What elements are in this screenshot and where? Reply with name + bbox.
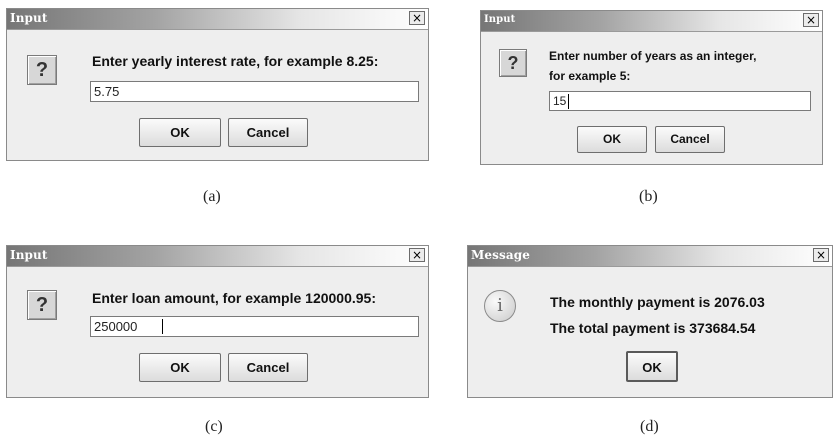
total-payment-text: The total payment is 373684.54 [550,320,756,336]
cancel-button[interactable]: Cancel [228,118,308,147]
prompt-label: Enter yearly interest rate, for example … [92,53,379,69]
prompt-label: Enter loan amount, for example 120000.95… [92,290,376,306]
years-input[interactable]: 15 [549,91,811,111]
caption-d: (d) [640,418,659,435]
title-bar[interactable]: Input × [7,9,428,30]
question-icon: ? [27,55,57,85]
title-bar[interactable]: Message × [468,246,832,267]
question-icon: ? [27,290,57,320]
ok-button[interactable]: OK [139,353,221,382]
caption-c: (c) [205,418,223,435]
text-caret [568,94,569,109]
ok-button[interactable]: OK [139,118,221,147]
prompt-label-line2: for example 5: [549,69,631,83]
input-value: 250000 [94,319,138,334]
interest-rate-input[interactable]: 5.75 [90,81,419,102]
input-dialog-interest-rate: Input × ? Enter yearly interest rate, fo… [6,8,429,161]
title-bar[interactable]: Input × [481,11,822,32]
input-dialog-loan-amount: Input × ? Enter loan amount, for example… [6,245,429,398]
ok-button[interactable]: OK [626,351,678,382]
close-button[interactable]: × [409,248,425,262]
text-caret [162,319,163,334]
dialog-title: Input [10,248,48,262]
input-dialog-years: Input × ? Enter number of years as an in… [480,10,823,165]
close-button[interactable]: × [813,248,829,262]
caption-b: (b) [639,188,658,205]
info-glyph: i [497,295,503,316]
title-bar[interactable]: Input × [7,246,428,267]
question-icon: ? [499,49,527,77]
monthly-payment-text: The monthly payment is 2076.03 [550,294,765,310]
dialog-title: Input [10,11,48,25]
input-value: 5.75 [94,84,120,99]
dialog-title: Input [484,14,516,25]
loan-amount-input[interactable]: 250000 [90,316,419,337]
close-button[interactable]: × [803,13,819,27]
caption-a: (a) [203,188,221,205]
prompt-label-line1: Enter number of years as an integer, [549,49,757,63]
cancel-button[interactable]: Cancel [655,126,725,153]
close-button[interactable]: × [409,11,425,25]
input-value: 15 [553,94,567,108]
dialog-title: Message [471,248,530,262]
message-dialog-payment: Message × i The monthly payment is 2076.… [467,245,833,398]
ok-button[interactable]: OK [577,126,647,153]
cancel-button[interactable]: Cancel [228,353,308,382]
info-icon: i [484,290,516,322]
